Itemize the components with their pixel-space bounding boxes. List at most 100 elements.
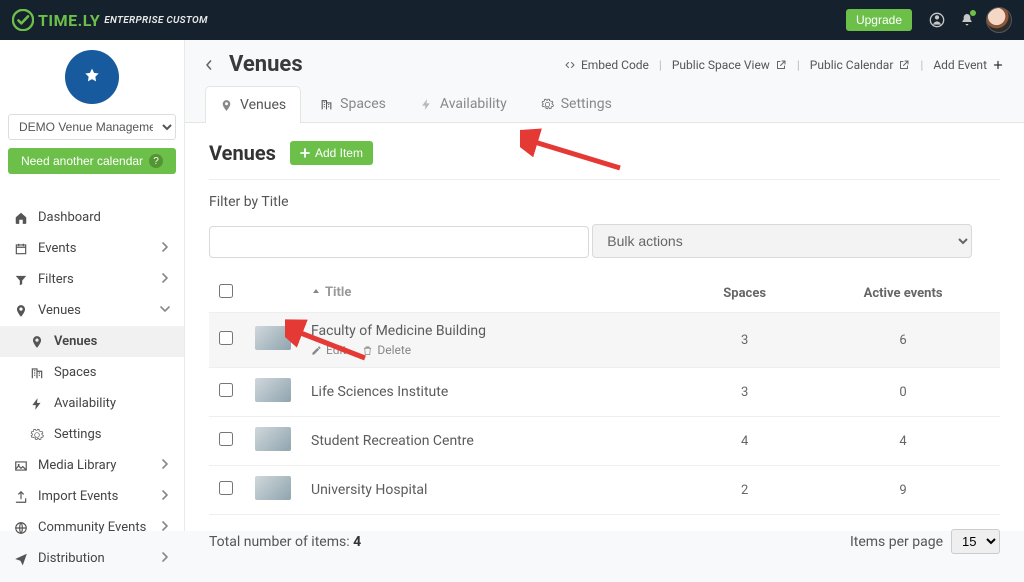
venue-title: Student Recreation Centre <box>311 433 673 449</box>
venue-thumbnail <box>255 476 291 500</box>
filter-label: Filter by Title <box>209 194 1000 210</box>
sidebar-item-label: Dashboard <box>38 210 101 225</box>
col-title[interactable]: Title <box>301 274 683 313</box>
panel: Venues Add Item Filter by Title Bulk act… <box>185 123 1024 531</box>
page-title: Venues <box>229 52 303 77</box>
public-space-view-link[interactable]: Public Space View <box>672 58 787 72</box>
need-another-calendar-label: Need another calendar <box>21 154 143 168</box>
external-icon <box>775 59 787 71</box>
sidebar-item-filters[interactable]: Filters <box>0 264 184 295</box>
venue-thumbnail <box>255 427 291 451</box>
plus-icon <box>300 148 310 158</box>
venues-table: Title Spaces Active events Faculty of Me… <box>209 274 1000 515</box>
venue-active-events: 9 <box>806 466 1000 515</box>
notifications-icon[interactable] <box>954 7 980 33</box>
edit-action[interactable]: Edit <box>311 343 346 357</box>
venue-title: University Hospital <box>311 482 673 498</box>
sidebar-subitem-spaces[interactable]: Spaces <box>0 357 184 388</box>
row-checkbox[interactable] <box>219 432 233 446</box>
add-event-link[interactable]: Add Event <box>933 58 1004 72</box>
back-icon[interactable] <box>201 57 217 73</box>
sidebar-item-import-events[interactable]: Import Events <box>0 481 184 512</box>
logo-mark-icon <box>12 9 34 31</box>
logo: TIME.LY ENTERPRISE CUSTOM <box>12 9 208 31</box>
sidebar-subitem-availability[interactable]: Availability <box>0 388 184 419</box>
venue-thumbnail <box>255 326 291 350</box>
org-logo <box>65 50 119 104</box>
sidebar-item-community-events[interactable]: Community Events <box>0 512 184 543</box>
row-checkbox[interactable] <box>219 331 233 345</box>
sidebar-item-events[interactable]: Events <box>0 233 184 264</box>
sidebar-menu: Dashboard Events Filters Venues Venues Spaces… <box>0 202 184 582</box>
page-header: Venues Embed Code | Public Space View | … <box>185 40 1024 85</box>
col-active-events[interactable]: Active events <box>806 274 1000 313</box>
tab-settings[interactable]: Settings <box>526 85 627 122</box>
avatar[interactable] <box>986 7 1012 33</box>
add-item-label: Add Item <box>315 146 363 160</box>
sidebar-subitem-settings[interactable]: Settings <box>0 419 184 450</box>
table-row[interactable]: University Hospital 29 <box>209 466 1000 515</box>
tab-label: Availability <box>440 96 507 112</box>
add-item-button[interactable]: Add Item <box>290 141 373 165</box>
section-title: Venues <box>209 141 276 165</box>
tabs: Venues Spaces Availability Settings <box>185 85 1024 123</box>
venue-spaces: 3 <box>683 368 806 417</box>
venue-active-events: 0 <box>806 368 1000 417</box>
total-items: Total number of items: 4 <box>209 534 361 550</box>
public-calendar-link[interactable]: Public Calendar <box>810 58 911 72</box>
notification-dot-icon <box>970 10 976 16</box>
sidebar-item-label: Spaces <box>54 365 97 380</box>
tab-label: Spaces <box>340 96 386 112</box>
row-checkbox[interactable] <box>219 481 233 495</box>
venue-title: Faculty of Medicine Building <box>311 323 673 339</box>
bulk-actions-select[interactable]: Bulk actions <box>592 224 972 258</box>
venue-spaces: 2 <box>683 466 806 515</box>
table-footer: Total number of items: 4 Items per page … <box>209 515 1000 554</box>
sidebar-item-label: Availability <box>54 396 116 411</box>
items-per-page-label: Items per page <box>850 534 943 550</box>
sidebar-subitem-venues[interactable]: Venues <box>0 326 184 357</box>
sidebar: DEMO Venue Managemen Need another calend… <box>0 40 185 531</box>
org-select[interactable]: DEMO Venue Managemen <box>8 114 176 140</box>
filter-title-input[interactable] <box>209 226 589 258</box>
brand-name: TIME.LY <box>38 11 100 30</box>
sidebar-item-dashboard[interactable]: Dashboard <box>0 202 184 233</box>
chevron-down-icon <box>160 303 170 318</box>
upgrade-button[interactable]: Upgrade <box>846 9 912 31</box>
sort-asc-icon <box>311 287 321 297</box>
sidebar-item-venues[interactable]: Venues <box>0 295 184 326</box>
venue-active-events: 4 <box>806 417 1000 466</box>
org-select-input[interactable]: DEMO Venue Managemen <box>8 114 176 140</box>
tab-spaces[interactable]: Spaces <box>305 85 401 122</box>
col-spaces[interactable]: Spaces <box>683 274 806 313</box>
chevron-right-icon <box>160 520 170 535</box>
venue-thumbnail <box>255 378 291 402</box>
row-checkbox[interactable] <box>219 383 233 397</box>
table-row[interactable]: Student Recreation Centre 44 <box>209 417 1000 466</box>
need-another-calendar-button[interactable]: Need another calendar ? <box>8 148 176 174</box>
tab-availability[interactable]: Availability <box>405 85 522 122</box>
items-per-page-select[interactable]: 15 <box>951 529 1000 554</box>
select-all-checkbox[interactable] <box>219 284 233 298</box>
sidebar-item-label: Venues <box>54 334 97 349</box>
sidebar-item-label: Community Events <box>38 520 146 535</box>
topbar: TIME.LY ENTERPRISE CUSTOM Upgrade <box>0 0 1024 40</box>
sidebar-item-distribution[interactable]: Distribution <box>0 543 184 574</box>
tab-venues[interactable]: Venues <box>205 86 301 123</box>
chevron-right-icon <box>160 458 170 473</box>
sidebar-item-label: Filters <box>38 272 74 287</box>
sidebar-item-label: Media Library <box>38 458 116 473</box>
sidebar-item-label: Distribution <box>38 551 105 566</box>
table-row[interactable]: Life Sciences Institute30 <box>209 368 1000 417</box>
sidebar-item-media-library[interactable]: Media Library <box>0 450 184 481</box>
sidebar-item-label: Import Events <box>38 489 118 504</box>
embed-code-link[interactable]: Embed Code <box>564 58 649 72</box>
chevron-right-icon <box>160 241 170 256</box>
help-icon[interactable] <box>924 7 950 33</box>
venue-spaces: 4 <box>683 417 806 466</box>
table-row[interactable]: Faculty of Medicine BuildingEditDelete36 <box>209 313 1000 368</box>
main: Venues Embed Code | Public Space View | … <box>185 40 1024 531</box>
chevron-right-icon <box>160 551 170 566</box>
delete-action[interactable]: Delete <box>362 343 411 357</box>
tab-label: Settings <box>561 96 612 112</box>
